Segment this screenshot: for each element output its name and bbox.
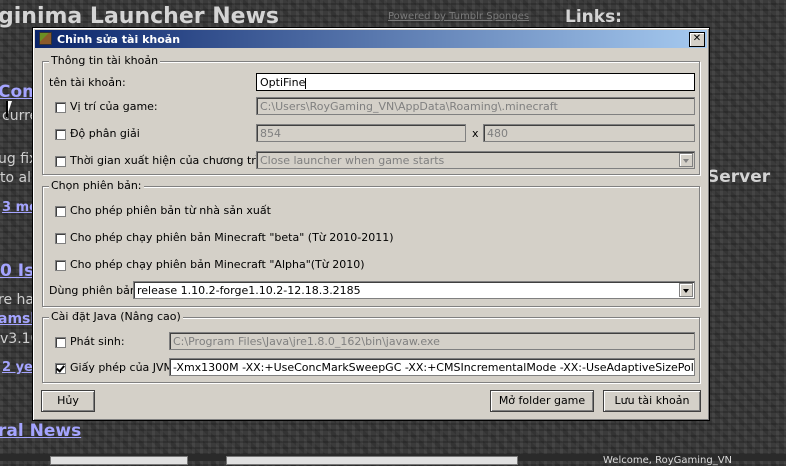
resolution-label: Độ phân giải [70, 127, 140, 140]
java-executable-input[interactable]: C:\Program Files\Java\jre1.8.0_162\bin\j… [169, 332, 695, 350]
news-fragment[interactable]: ral News [0, 421, 81, 441]
jvm-args-checkbox[interactable] [55, 363, 66, 374]
allow-snapshots-checkbox[interactable] [55, 206, 66, 217]
open-game-folder-button[interactable]: Mở folder game [490, 390, 594, 412]
java-settings-group: Cài đặt Java (Nâng cao) Phát sinh: C:\Pr… [42, 310, 700, 383]
news-fragment: re ha [0, 292, 34, 308]
minecraft-grass-icon [39, 32, 52, 45]
cancel-button[interactable]: Hủy [41, 390, 95, 412]
version-legend: Chọn phiên bản: [49, 179, 144, 192]
allow-alpha-checkbox[interactable] [55, 260, 66, 271]
server-heading: Server [707, 167, 771, 187]
resolution-x-label: x [472, 127, 479, 140]
java-executable-label: Phát sinh: [70, 335, 125, 348]
resolution-checkbox[interactable] [55, 129, 66, 140]
save-account-button[interactable]: Lưu tài khoản [603, 390, 701, 412]
allow-beta-checkbox[interactable] [55, 233, 66, 244]
account-name-label: tên tài khoản: [49, 76, 126, 89]
use-version-value: release 1.10.2-forge1.10.2-12.18.3.2185 [137, 284, 361, 297]
use-version-label: Dùng phiên bản: [49, 284, 141, 297]
launcher-visibility-value: Close launcher when game starts [260, 154, 445, 167]
resolution-width-input[interactable]: 854 [256, 124, 466, 142]
version-group: Chọn phiên bản: Cho phép phiên bản từ nh… [42, 179, 700, 307]
text-caret [305, 77, 307, 89]
close-icon[interactable]: ✕ [689, 32, 705, 47]
launcher-visibility-select[interactable]: Close launcher when game starts [256, 151, 695, 169]
allow-beta-label: Cho phép chạy phiên bản Minecraft "beta"… [70, 231, 394, 244]
game-location-label: Vị trí của game: [70, 100, 158, 113]
account-name-value: OptiFine [260, 76, 306, 89]
launcher-visibility-checkbox[interactable] [55, 156, 66, 167]
dialog-titlebar[interactable]: Chỉnh sửa tài khoản ✕ [35, 30, 707, 48]
news-fragment: to all [0, 170, 35, 186]
account-info-legend: Thông tin tài khoản [49, 54, 161, 67]
allow-alpha-label: Cho phép chạy phiên bản Minecraft "Alpha… [70, 258, 365, 271]
game-location-input[interactable]: C:\Users\RoyGaming_VN\AppData\Roaming\.m… [256, 97, 695, 115]
dialog-title: Chỉnh sửa tài khoản [57, 33, 181, 46]
jvm-args-input[interactable]: -Xmx1300M -XX:+UseConcMarkSweepGC -XX:+C… [169, 358, 695, 376]
news-title: ginima Launcher News [0, 4, 279, 29]
launcher-visibility-label: Thời gian xuất hiện của chương trình [70, 154, 273, 167]
resolution-height-input[interactable]: 480 [483, 124, 695, 142]
chevron-down-icon[interactable] [679, 283, 693, 297]
java-executable-checkbox[interactable] [55, 337, 66, 348]
allow-snapshots-label: Cho phép phiên bản từ nhà sản xuất [70, 204, 271, 217]
game-location-checkbox[interactable] [55, 102, 66, 113]
chevron-down-icon[interactable] [679, 153, 693, 167]
edit-account-dialog: Chỉnh sửa tài khoản ✕ Thông tin tài khoả… [32, 27, 710, 421]
use-version-select[interactable]: release 1.10.2-forge1.10.2-12.18.3.2185 [133, 281, 695, 299]
mouse-cursor-icon [6, 101, 12, 119]
powered-by-link[interactable]: Powered by Tumblr Sponges [388, 11, 529, 22]
java-settings-legend: Cài đặt Java (Nâng cao) [49, 310, 183, 323]
news-fragment[interactable]: 0 Is [0, 261, 34, 281]
jvm-args-label: Giấy phép của JVM [70, 361, 174, 374]
links-heading: Links: [565, 7, 622, 27]
account-info-group: Thông tin tài khoản tên tài khoản: OptiF… [42, 54, 700, 175]
account-name-input[interactable]: OptiFine [256, 73, 695, 91]
